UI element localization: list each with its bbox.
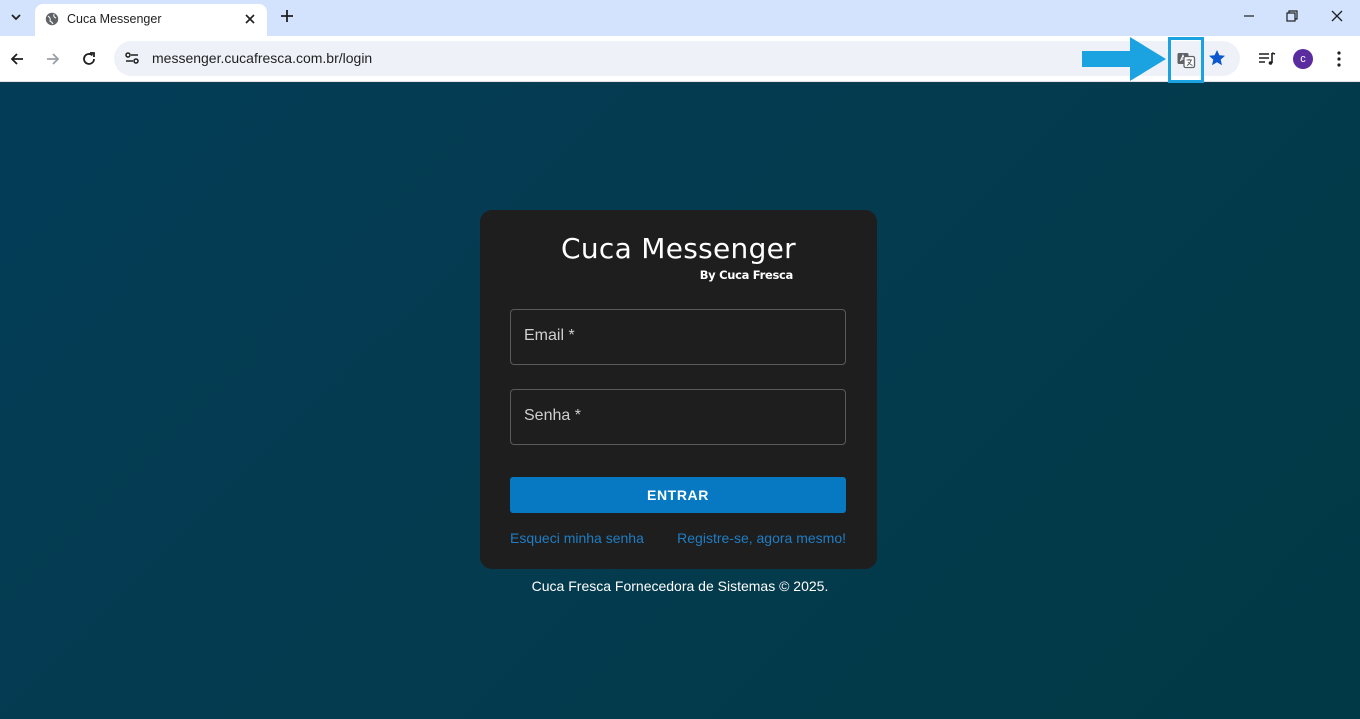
forgot-password-link[interactable]: Esqueci minha senha (510, 530, 644, 546)
login-button[interactable]: ENTRAR (510, 477, 846, 513)
bookmark-star-icon[interactable] (1207, 48, 1227, 68)
arrow-right-icon (47, 53, 60, 65)
close-icon[interactable] (242, 11, 258, 27)
login-card: Cuca Messenger By Cuca Fresca Email * Se… (480, 210, 877, 569)
translate-icon (1177, 53, 1196, 69)
password-field[interactable]: Senha * (510, 389, 846, 445)
restore-button[interactable] (1269, 0, 1315, 32)
browser-tab[interactable]: Cuca Messenger (35, 4, 267, 36)
minimize-button[interactable] (1226, 0, 1272, 32)
brand-subtitle: By Cuca Fresca (699, 268, 794, 282)
close-window-button[interactable] (1314, 0, 1360, 32)
new-tab-icon[interactable] (278, 7, 296, 25)
tab-strip: Cuca Messenger (0, 0, 1360, 36)
reload-button[interactable] (78, 48, 100, 70)
brand-title: Cuca Messenger (561, 232, 796, 265)
email-input[interactable] (511, 310, 845, 364)
address-bar[interactable]: messenger.cucafresca.com.br/login (114, 41, 1240, 76)
back-button[interactable] (6, 48, 28, 70)
password-input[interactable] (511, 390, 845, 444)
minimize-icon (1244, 15, 1254, 17)
email-field[interactable]: Email * (510, 309, 846, 365)
url-text: messenger.cucafresca.com.br/login (152, 50, 373, 66)
globe-icon (45, 12, 59, 26)
profile-avatar[interactable]: c (1293, 49, 1313, 69)
kebab-menu-icon[interactable] (1330, 49, 1348, 69)
annotation-arrow-icon (1082, 37, 1166, 81)
footer-copyright: Cuca Fresca Fornecedora de Sistemas © 20… (531, 578, 829, 594)
close-window-icon (1331, 10, 1343, 22)
register-link[interactable]: Registre-se, agora mesmo! (677, 530, 846, 546)
forward-button[interactable] (42, 48, 64, 70)
chevron-down-icon (11, 14, 21, 21)
translate-button[interactable] (1168, 37, 1204, 83)
arrow-left-icon (10, 53, 23, 65)
media-control-icon[interactable] (1257, 49, 1277, 69)
reload-icon (83, 52, 95, 65)
page-background: Cuca Messenger By Cuca Fresca Email * Se… (0, 83, 1360, 719)
site-info-icon[interactable] (122, 48, 142, 68)
tab-title: Cuca Messenger (67, 12, 162, 26)
tab-search-button[interactable] (5, 6, 27, 28)
restore-icon (1286, 10, 1298, 22)
